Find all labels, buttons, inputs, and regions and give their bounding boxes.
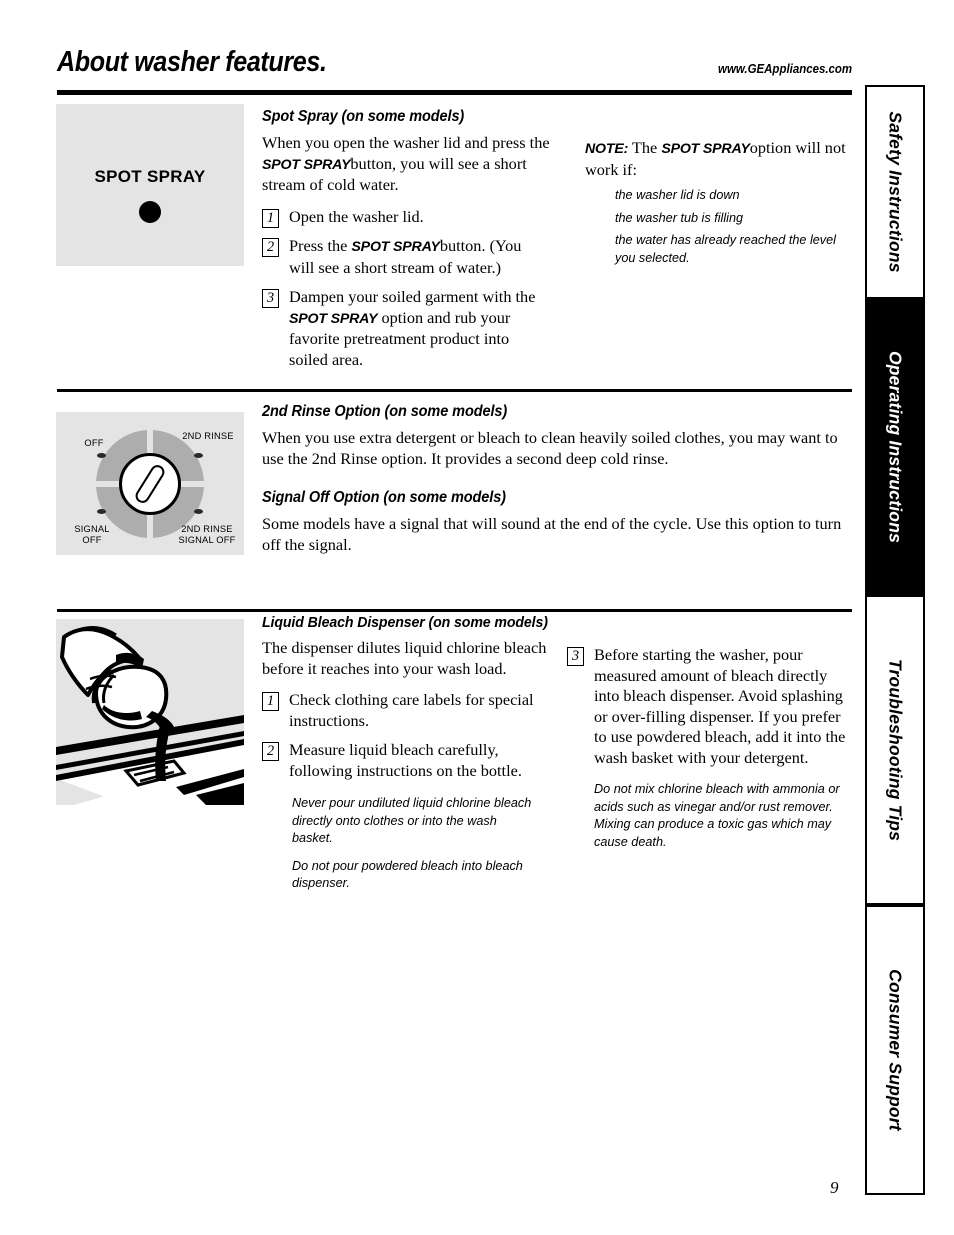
rinse-options-column: 2nd Rinse Option (on some models) When y… (262, 403, 854, 566)
bleach-heading: Liquid Bleach Dispenser (on some models) (262, 614, 548, 631)
step-text: Measure liquid bleach carefully, followi… (289, 740, 522, 780)
page-title: About washer features. (57, 46, 327, 78)
bleach-warning-2: Do not pour powdered bleach into bleach … (292, 857, 523, 891)
bleach-step-3: 3 Before starting the washer, pour measu… (567, 645, 855, 768)
step-text: Before starting the washer, pour measure… (594, 645, 846, 767)
spot-spray-note: NOTE: The SPOT SPRAYoption will not work… (585, 138, 855, 180)
rinse-dial-illustration: OFF 2ND RINSE SIGNAL OFF 2ND RINSE SIGNA… (56, 412, 244, 555)
spot-spray-note-column: NOTE: The SPOT SPRAYoption will not work… (585, 138, 855, 276)
note-item-1: the washer lid is down (615, 187, 740, 202)
side-tab-label: Consumer Support (885, 969, 906, 1131)
step-text-pre: Press the (289, 236, 348, 255)
bleach-dispenser-panel (56, 619, 244, 805)
spot-spray-button-icon (139, 201, 161, 223)
signal-off-heading: Signal Off Option (on some models) (262, 489, 506, 506)
bleach-text-column-left: Liquid Bleach Dispenser (on some models)… (262, 614, 550, 902)
step-number-box: 3 (262, 289, 279, 308)
bleach-intro: The dispenser dilutes liquid chlorine bl… (262, 638, 547, 678)
side-tab-strip: Safety Instructions Operating Instructio… (865, 85, 925, 1195)
spot-spray-control-label: SPOT SPRAY (94, 167, 206, 186)
spot-spray-step-2: 2 Press the SPOT SPRAYbutton. (You will … (262, 236, 550, 278)
bleach-warning-3: Do not mix chlorine bleach with ammonia … (594, 781, 840, 849)
dial-knob-slot-icon (132, 461, 168, 506)
manual-page: About washer features. www.GEAppliances.… (0, 0, 954, 1235)
step-inline-bold: SPOT SPRAY (351, 239, 440, 255)
bleach-warning-1: Never pour undiluted liquid chlorine ble… (292, 795, 532, 846)
page-number: 9 (830, 1178, 839, 1197)
step-text: Open the washer lid. (289, 206, 424, 226)
section-divider-1 (57, 389, 852, 392)
step-text: Check clothing care labels for special i… (289, 690, 534, 730)
step-number-box: 2 (262, 238, 279, 257)
bleach-text-column-right: 3 Before starting the washer, pour measu… (567, 645, 855, 860)
bleach-step-1: 1 Check clothing care labels for special… (262, 690, 550, 731)
side-tab-safety-instructions[interactable]: Safety Instructions (865, 85, 925, 299)
spot-spray-step-3: 3 Dampen your soiled garment with the SP… (262, 287, 550, 370)
spot-spray-text-column: Spot Spray (on some models) When you ope… (262, 108, 550, 379)
spot-spray-intro: When you open the washer lid and press t… (262, 133, 550, 196)
step-number-box: 1 (262, 208, 279, 228)
bleach-step-2: 2 Measure liquid bleach carefully, follo… (262, 740, 550, 781)
section-divider-2 (57, 609, 852, 612)
second-rinse-heading: 2nd Rinse Option (on some models) (262, 403, 508, 420)
side-tab-consumer-support[interactable]: Consumer Support (865, 905, 925, 1195)
step-number-box: 3 (567, 647, 584, 666)
dial-label-2nd-rinse: 2ND RINSE (182, 431, 234, 441)
note-inline-bold: SPOT SPRAY (661, 141, 750, 157)
spot-spray-inline-bold-1: SPOT SPRAY (262, 156, 351, 173)
header-rule (57, 90, 852, 95)
step-number-box: 1 (262, 692, 279, 711)
spot-spray-heading: Spot Spray (on some models) (262, 108, 465, 125)
second-rinse-body: When you use extra detergent or bleach t… (262, 428, 838, 468)
note-item-2: the washer tub is filling (615, 209, 744, 225)
dial-label-signal-off: SIGNAL OFF (74, 524, 110, 545)
side-tab-operating-instructions[interactable]: Operating Instructions (865, 299, 925, 595)
dial-marker-dot (194, 509, 203, 514)
dial-label-2nd-rinse-signal-off: 2ND RINSE SIGNAL OFF (178, 524, 236, 545)
dial-marker-dot (97, 509, 106, 514)
dial-knob (119, 452, 181, 515)
signal-off-body: Some models have a signal that will soun… (262, 514, 842, 554)
spot-spray-intro-line1: When you open the washer lid and press (262, 133, 526, 152)
rinse-dial-panel: OFF 2ND RINSE SIGNAL OFF 2ND RINSE SIGNA… (56, 412, 244, 555)
note-text-pre: The (631, 138, 658, 157)
step-inline-bold: SPOT SPRAY (289, 310, 378, 327)
spot-spray-control-panel: SPOT SPRAY (56, 104, 244, 266)
dial-marker-dot (97, 453, 106, 458)
note-item-3: the water has already reached the level … (615, 232, 836, 265)
spot-spray-step-1: 1 Open the washer lid. (262, 207, 550, 228)
step-number-box: 2 (262, 742, 279, 761)
dial-marker-dot (194, 453, 203, 458)
bleach-pour-illustration (56, 619, 244, 805)
side-tab-label: Troubleshooting Tips (885, 658, 906, 842)
step-text-pre: Dampen your soiled garment with the (289, 287, 536, 306)
side-tab-label: Safety Instructions (885, 111, 906, 273)
dial-label-off: OFF (84, 438, 104, 448)
side-tab-troubleshooting-tips[interactable]: Troubleshooting Tips (865, 595, 925, 905)
spot-spray-intro-line2: the (529, 133, 550, 152)
website-url: www.GEAppliances.com (717, 61, 852, 76)
side-tab-label: Operating Instructions (885, 350, 906, 544)
note-label: NOTE: (585, 141, 629, 157)
